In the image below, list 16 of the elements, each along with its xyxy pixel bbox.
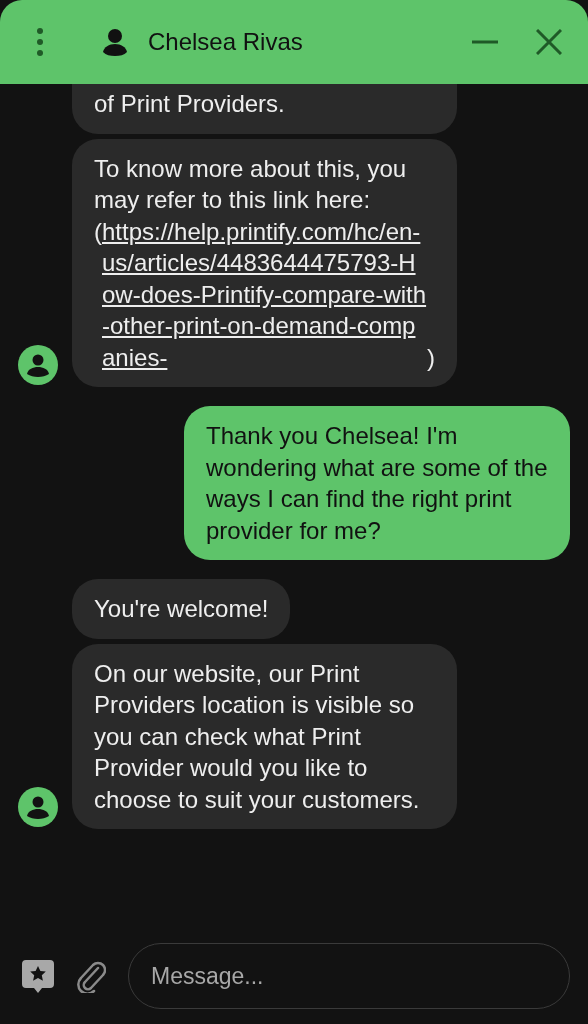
star-message-icon[interactable] [20, 958, 56, 994]
minimize-icon[interactable] [472, 40, 498, 44]
message-bubble: You're welcome! [72, 579, 291, 639]
contact-name: Chelsea Rivas [148, 28, 304, 56]
message-input[interactable]: Message... [128, 943, 570, 1009]
paperclip-icon[interactable] [76, 959, 106, 993]
close-icon[interactable] [536, 29, 562, 55]
message-bubble: To know more about this, you may refer to this link here: (https://help.printify.com/hc/en-us/articles/4483644475793-How-does-Printify-compare-with-other-print-on-demand-companies- ) [72, 138, 457, 387]
message-bubble: Thank you Chelsea! I'm wondering what are some of the ways I can find the right print provider for me? [184, 406, 570, 560]
avatar-icon [18, 787, 58, 827]
person-icon [102, 28, 128, 56]
message-bubble: of Print Providers. [72, 84, 457, 134]
avatar-icon [18, 345, 58, 385]
more-options-icon[interactable] [36, 27, 44, 57]
article-link[interactable]: https://help.printify.com/hc/en-us/articles/4483644475793-How-does-Printify-compare-with-other-print-on-demand-companies- [102, 215, 427, 373]
message-bubble: On our website, our Print Providers location is visible so you can check what Print Provider would you like to choose to suit your customers. [72, 643, 457, 829]
